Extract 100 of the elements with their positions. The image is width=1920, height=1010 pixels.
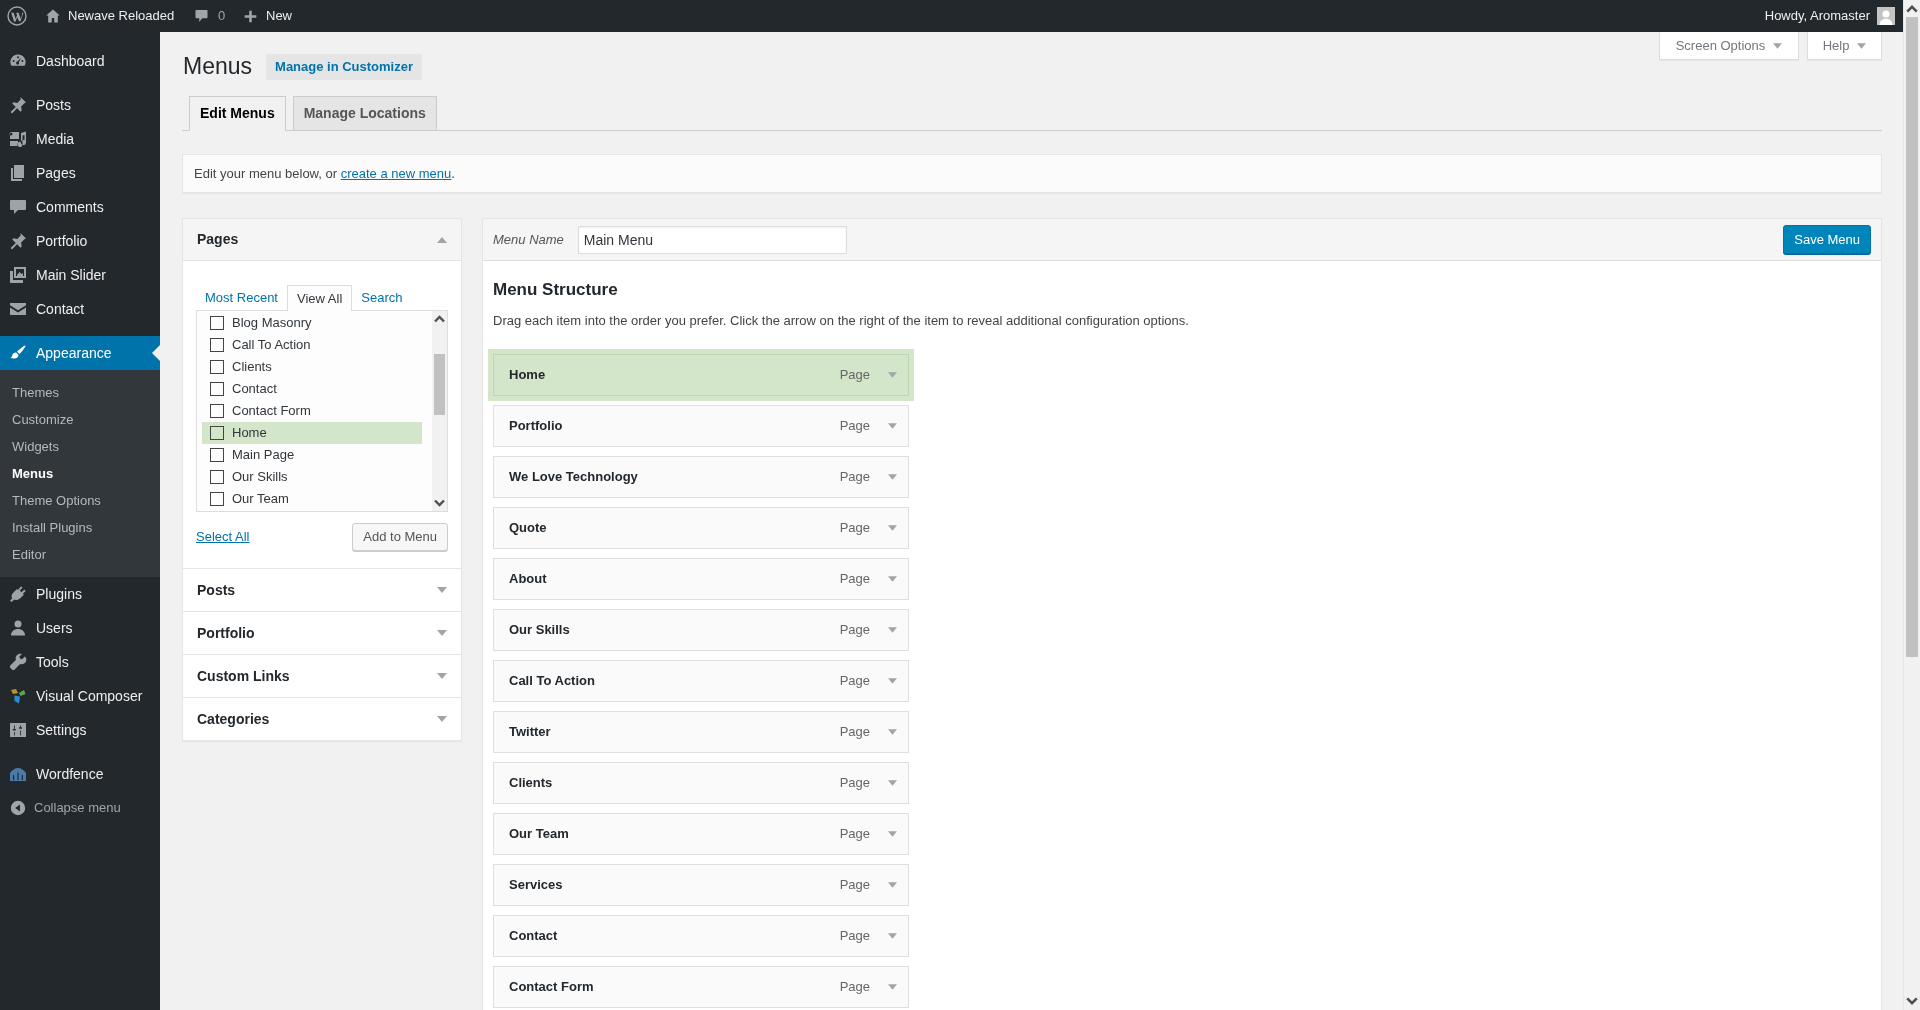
sidebar-item[interactable]: Visual Composer	[0, 679, 160, 713]
menu-item[interactable]: Services Page	[493, 864, 909, 906]
checkbox[interactable]	[210, 470, 224, 484]
sidebar-item[interactable]: Comments	[0, 190, 160, 224]
submenu-item[interactable]: Menus	[0, 460, 160, 487]
comments-link[interactable]: 0	[194, 6, 237, 26]
new-content-link[interactable]: New	[244, 6, 292, 26]
accordion-header[interactable]: Pages	[183, 219, 461, 261]
sidebar-item[interactable]: Users	[0, 611, 160, 645]
caret-icon[interactable]	[888, 831, 897, 837]
sidebar-item[interactable]: Main Slider	[0, 258, 160, 292]
checkbox[interactable]	[210, 426, 224, 440]
checkbox[interactable]	[210, 382, 224, 396]
submenu-item[interactable]: Themes	[0, 379, 160, 406]
page-option[interactable]: Call To Action	[202, 334, 422, 356]
menu-item[interactable]: Twitter Page	[493, 711, 909, 753]
menu-item[interactable]: Our Skills Page	[493, 609, 909, 651]
accordion-header[interactable]: Custom Links	[183, 655, 461, 697]
caret-icon[interactable]	[888, 984, 897, 990]
panel-tab[interactable]: Search	[352, 285, 412, 310]
submenu-item[interactable]: Install Plugins	[0, 514, 160, 541]
save-menu-button[interactable]: Save Menu	[1783, 225, 1871, 254]
menu-item[interactable]: Quote Page	[493, 507, 909, 549]
wordpress-logo-icon[interactable]	[7, 6, 27, 26]
images-icon	[8, 265, 28, 285]
sidebar-item[interactable]: Pages	[0, 156, 160, 190]
checkbox[interactable]	[210, 360, 224, 374]
menu-item-type: Page	[839, 672, 870, 691]
scrollbar-thumb[interactable]	[1906, 17, 1918, 657]
sidebar-item[interactable]: Settings	[0, 713, 160, 747]
page-option[interactable]: Clients	[202, 356, 422, 378]
sidebar-item[interactable]: Dashboard	[0, 44, 160, 78]
page-option[interactable]: Blog Masonry	[202, 312, 422, 334]
menu-name-input[interactable]: Main Menu	[577, 225, 847, 254]
sidebar-item[interactable]: Posts	[0, 88, 160, 122]
scrollbar[interactable]	[432, 311, 447, 511]
menu-item-type: Page	[839, 927, 870, 946]
caret-icon[interactable]	[888, 933, 897, 939]
collapse-menu-button[interactable]: Collapse menu	[0, 791, 121, 825]
sidebar-item[interactable]: Wordfence	[0, 757, 160, 791]
page-option[interactable]: Contact Form	[202, 400, 422, 422]
menu-item[interactable]: Contact Form Page	[493, 966, 909, 1008]
checkbox[interactable]	[210, 404, 224, 418]
notice-text: Edit your menu below, or create a new menu.	[194, 164, 455, 183]
menu-item-type: Page	[839, 723, 870, 742]
menu-item[interactable]: Contact Page	[493, 915, 909, 957]
menu-item-type: Page	[839, 774, 870, 793]
page-option[interactable]: Home	[202, 422, 422, 444]
nav-tab[interactable]: Manage Locations	[292, 96, 437, 130]
menu-item[interactable]: About Page	[493, 558, 909, 600]
speech-bubble-icon	[194, 8, 209, 24]
checkbox[interactable]	[210, 492, 224, 506]
checkbox[interactable]	[210, 316, 224, 330]
nav-tab[interactable]: Edit Menus	[189, 96, 286, 131]
customizer-button[interactable]: Manage in Customizer	[266, 53, 422, 80]
caret-icon[interactable]	[888, 678, 897, 684]
page-option[interactable]: Contact	[202, 378, 422, 400]
sidebar-item[interactable]: Appearance	[0, 336, 160, 370]
caret-icon[interactable]	[888, 627, 897, 633]
page-option[interactable]: Main Page	[202, 444, 422, 466]
caret-icon[interactable]	[888, 780, 897, 786]
accordion-header[interactable]: Portfolio	[183, 612, 461, 654]
account-link[interactable]: Howdy, Aromaster	[1764, 6, 1903, 26]
caret-icon[interactable]	[888, 423, 897, 429]
caret-icon[interactable]	[888, 525, 897, 531]
checkbox[interactable]	[210, 338, 224, 352]
page-option[interactable]: Our Skills	[202, 466, 422, 488]
caret-icon[interactable]	[888, 729, 897, 735]
accordion-header[interactable]: Categories	[183, 698, 461, 740]
menu-item-title: Contact Form	[509, 978, 595, 997]
sidebar-item[interactable]: Contact	[0, 292, 160, 326]
sidebar-item[interactable]: Plugins	[0, 577, 160, 611]
scrollbar[interactable]	[1903, 0, 1920, 1010]
sidebar-item[interactable]: Tools	[0, 645, 160, 679]
menu-item[interactable]: Call To Action Page	[493, 660, 909, 702]
select-all-link[interactable]: Select All	[196, 527, 250, 547]
caret-icon[interactable]	[888, 576, 897, 582]
site-name-link[interactable]: Newave Reloaded	[45, 6, 186, 26]
caret-icon[interactable]	[888, 372, 897, 378]
add-to-menu-button[interactable]: Add to Menu	[352, 523, 448, 551]
submenu-item[interactable]: Widgets	[0, 433, 160, 460]
caret-icon[interactable]	[888, 474, 897, 480]
menu-item[interactable]: Portfolio Page	[493, 405, 909, 447]
checkbox[interactable]	[210, 448, 224, 462]
help-button[interactable]: Help	[1807, 32, 1882, 60]
submenu-item[interactable]: Theme Options	[0, 487, 160, 514]
panel-tab[interactable]: Most Recent	[196, 285, 287, 310]
menu-item[interactable]: Our Team Page	[493, 813, 909, 855]
page-option[interactable]: Our Team	[202, 488, 422, 510]
submenu-item[interactable]: Editor	[0, 541, 160, 568]
sidebar-item[interactable]: Media	[0, 122, 160, 156]
accordion-header[interactable]: Posts	[183, 569, 461, 611]
sidebar-item[interactable]: Portfolio	[0, 224, 160, 258]
menu-item[interactable]: Clients Page	[493, 762, 909, 804]
panel-tab[interactable]: View All	[287, 285, 353, 311]
caret-icon[interactable]	[888, 882, 897, 888]
menu-item[interactable]: We Love Technology Page	[493, 456, 909, 498]
scrollbar-thumb[interactable]	[434, 354, 445, 415]
submenu-item[interactable]: Customize	[0, 406, 160, 433]
screen-options-button[interactable]: Screen Options	[1659, 32, 1799, 60]
